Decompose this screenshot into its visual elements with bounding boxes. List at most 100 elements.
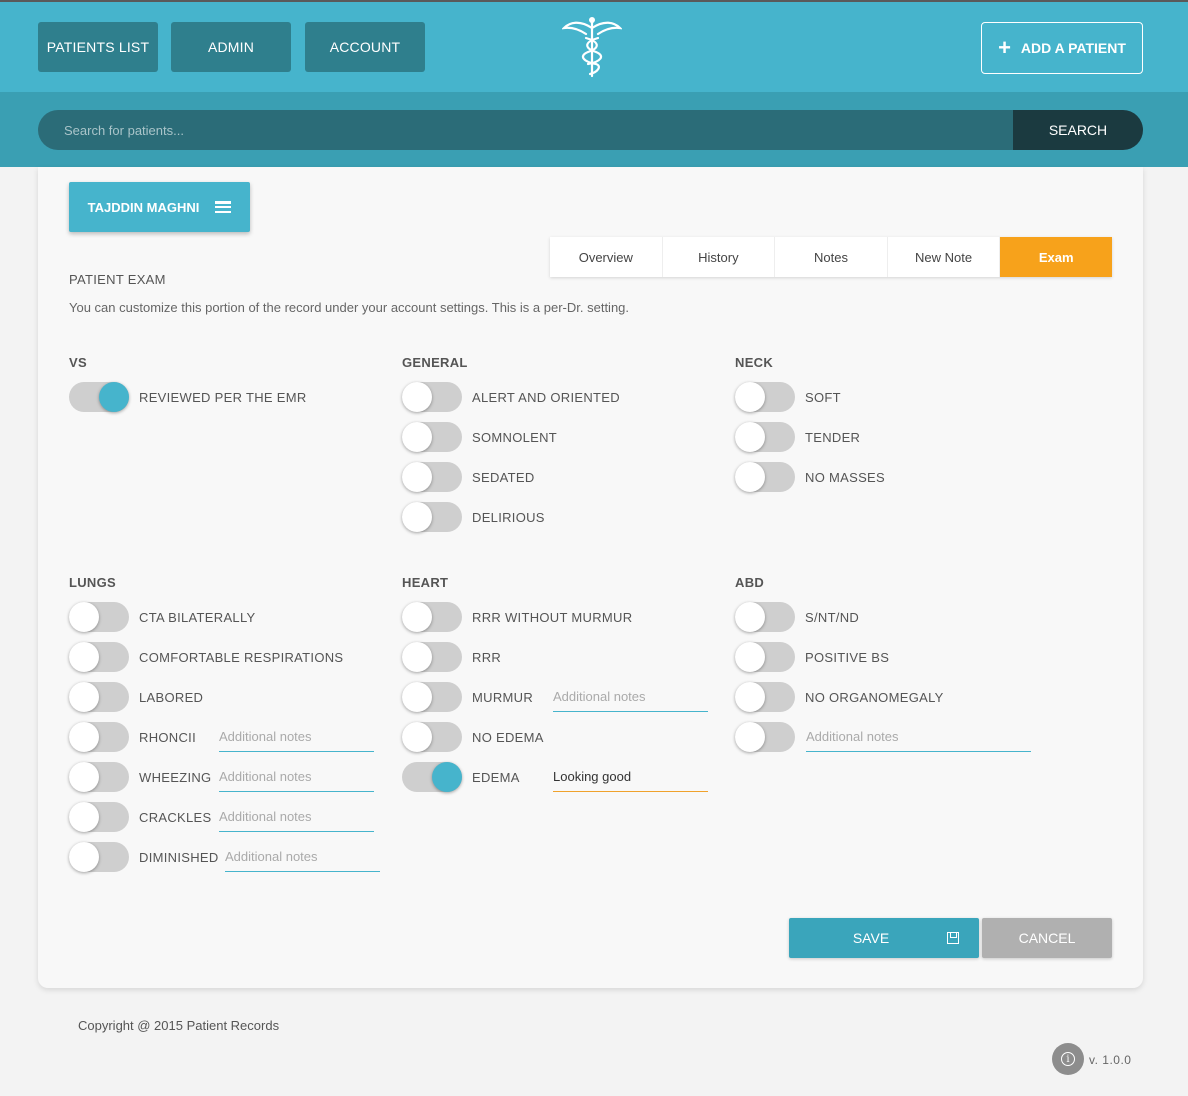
edema-notes-input[interactable] (553, 762, 708, 792)
record-tabs: Overview History Notes New Note Exam (550, 237, 1112, 277)
toggle-switch[interactable] (69, 762, 129, 792)
crackles-notes-input[interactable] (219, 802, 374, 832)
exam-item-label: NO ORGANOMEGALY (805, 689, 944, 705)
patient-record-card: TAJDDIN MAGHNI Overview History Notes Ne… (38, 167, 1143, 988)
account-button[interactable]: ACCOUNT (305, 22, 425, 72)
toggle-knob (402, 642, 432, 672)
copyright-text: Copyright @ 2015 Patient Records (78, 1018, 280, 1033)
exam-item-soft: SOFT (735, 382, 841, 412)
abd-notes-input[interactable] (806, 722, 1031, 752)
toggle-switch[interactable] (69, 382, 129, 412)
exam-item-somnolent: SOMNOLENT (402, 422, 557, 452)
toggle-switch[interactable] (735, 682, 795, 712)
toggle-knob (402, 462, 432, 492)
admin-button[interactable]: ADMIN (171, 22, 291, 72)
section-description: You can customize this portion of the re… (69, 300, 630, 315)
toggle-switch[interactable] (735, 722, 795, 752)
search-input[interactable] (38, 110, 1013, 150)
exam-item-label: EDEMA (472, 769, 520, 785)
toggle-knob (402, 422, 432, 452)
info-button[interactable]: i (1052, 1043, 1084, 1075)
group-title-abd: ABD (735, 575, 765, 590)
exam-item-rrr: RRR (402, 642, 501, 672)
toggle-knob (69, 802, 99, 832)
toggle-switch[interactable] (402, 382, 462, 412)
toggle-switch[interactable] (735, 422, 795, 452)
toggle-switch[interactable] (402, 642, 462, 672)
toggle-switch[interactable] (69, 722, 129, 752)
version-text: v. 1.0.0 (1089, 1053, 1132, 1067)
exam-item-tender: TENDER (735, 422, 860, 452)
toggle-switch[interactable] (402, 722, 462, 752)
exam-item-label: SEDATED (472, 469, 535, 485)
exam-item-label: NO EDEMA (472, 729, 544, 745)
exam-item-rhoncii: RHONCII (69, 722, 196, 752)
search-bar: SEARCH (0, 92, 1188, 167)
wheezing-notes-input[interactable] (219, 762, 374, 792)
patients-list-button[interactable]: PATIENTS LIST (38, 22, 158, 72)
save-label: SAVE (852, 930, 890, 946)
tab-history[interactable]: History (661, 237, 775, 277)
toggle-switch[interactable] (402, 762, 462, 792)
add-patient-label: ADD A PATIENT (1020, 40, 1126, 56)
tab-notes[interactable]: Notes (774, 237, 887, 277)
toggle-knob (402, 602, 432, 632)
tab-overview[interactable]: Overview (550, 237, 662, 277)
exam-item-label: ALERT AND ORIENTED (472, 389, 620, 405)
toggle-knob (735, 422, 765, 452)
exam-item-label: CRACKLES (139, 809, 212, 825)
toggle-switch[interactable] (402, 462, 462, 492)
toggle-switch[interactable] (402, 602, 462, 632)
toggle-knob (735, 722, 765, 752)
exam-item-label: POSITIVE BS (805, 649, 890, 665)
diminished-notes-input[interactable] (225, 842, 380, 872)
tab-exam[interactable]: Exam (999, 237, 1112, 277)
toggle-knob (69, 762, 99, 792)
exam-item-label: REVIEWED PER THE EMR (139, 389, 307, 405)
murmur-notes-input[interactable] (553, 682, 708, 712)
patient-menu-button[interactable]: TAJDDIN MAGHNI (69, 182, 250, 232)
toggle-switch[interactable] (402, 422, 462, 452)
toggle-knob (402, 502, 432, 532)
exam-item-no-organomegaly: NO ORGANOMEGALY (735, 682, 944, 712)
exam-item-rrr-without-murmur: RRR WITHOUT MURMUR (402, 602, 632, 632)
rhoncii-notes-input[interactable] (219, 722, 374, 752)
search-button[interactable]: SEARCH (1013, 110, 1143, 150)
cancel-button[interactable]: CANCEL (982, 918, 1112, 958)
info-icon: i (1061, 1052, 1075, 1066)
toggle-knob (735, 382, 765, 412)
exam-item-positive-bs: POSITIVE BS (735, 642, 889, 672)
toggle-switch[interactable] (402, 502, 462, 532)
toggle-switch[interactable] (69, 602, 129, 632)
add-patient-button[interactable]: + ADD A PATIENT (981, 22, 1143, 74)
toggle-switch[interactable] (69, 802, 129, 832)
group-title-neck: NECK (735, 355, 774, 370)
toggle-switch[interactable] (735, 462, 795, 492)
plus-icon: + (998, 35, 1011, 60)
tab-new-note[interactable]: New Note (886, 237, 1000, 277)
toggle-switch[interactable] (402, 682, 462, 712)
exam-item-no-masses: NO MASSES (735, 462, 885, 492)
exam-item-label: RHONCII (139, 729, 196, 745)
save-button[interactable]: SAVE (789, 918, 979, 958)
exam-item-label: CTA BILATERALLY (139, 609, 256, 625)
toggle-switch[interactable] (69, 842, 129, 872)
exam-item-no-edema: NO EDEMA (402, 722, 544, 752)
toggle-switch[interactable] (735, 602, 795, 632)
caduceus-logo-icon (562, 17, 622, 78)
toggle-switch[interactable] (69, 682, 129, 712)
group-title-heart: HEART (402, 575, 449, 590)
toggle-knob (69, 682, 99, 712)
toggle-knob (402, 722, 432, 752)
exam-item-reviewed-per-emr: REVIEWED PER THE EMR (69, 382, 307, 412)
toggle-knob (69, 842, 99, 872)
toggle-switch[interactable] (69, 642, 129, 672)
exam-item-label: DELIRIOUS (472, 509, 545, 525)
exam-item-label: COMFORTABLE RESPIRATIONS (139, 649, 344, 665)
toggle-switch[interactable] (735, 382, 795, 412)
exam-item-wheezing: WHEEZING (69, 762, 211, 792)
toggle-knob (69, 602, 99, 632)
exam-item-alert-oriented: ALERT AND ORIENTED (402, 382, 620, 412)
exam-item-diminished: DIMINISHED (69, 842, 219, 872)
toggle-switch[interactable] (735, 642, 795, 672)
